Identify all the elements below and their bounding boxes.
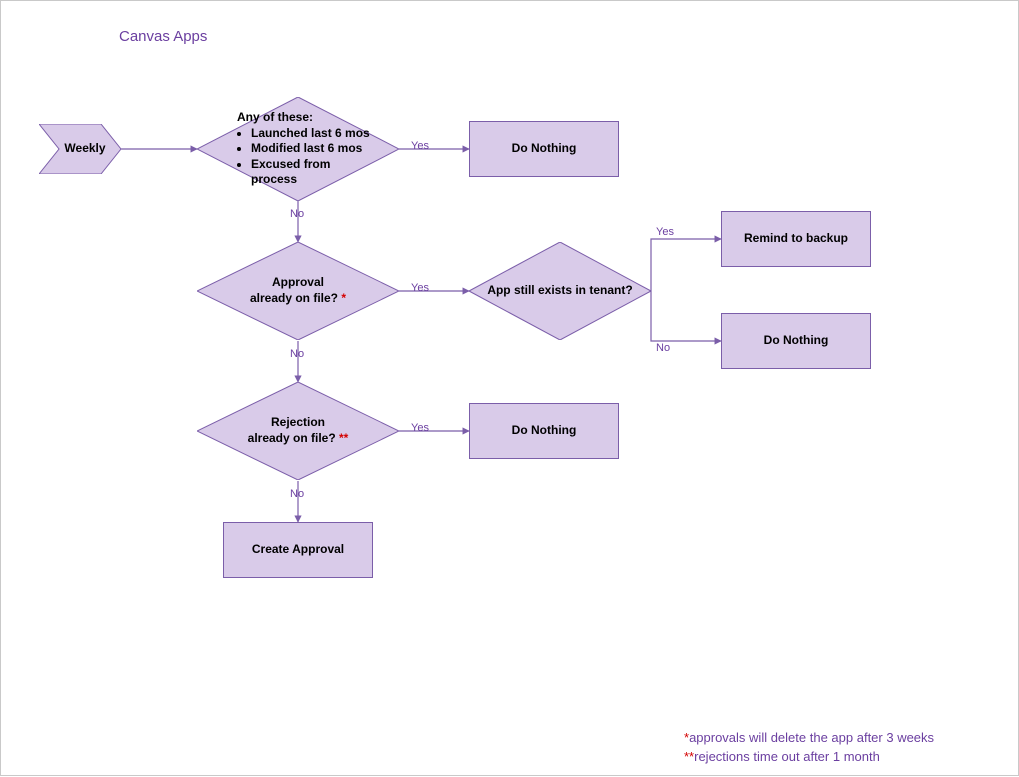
edge-label-d1-no: No (290, 208, 304, 220)
edge-label-d3-yes: Yes (656, 226, 674, 238)
footnote-2: **rejections time out after 1 month (684, 749, 880, 764)
d4-star: ** (339, 431, 348, 445)
flowchart-canvas: Canvas Apps Weekly Any of these: Launche… (0, 0, 1019, 776)
d2-line1: Approval (272, 275, 324, 289)
edge-label-d2-yes: Yes (411, 282, 429, 294)
process-label: Do Nothing (512, 423, 577, 439)
process-label: Do Nothing (512, 141, 577, 157)
decision-rejection-on-file: Rejection already on file? ** (197, 382, 399, 480)
d4-line1: Rejection (271, 415, 325, 429)
edge-label-d3-no: No (656, 342, 670, 354)
d4-line2: already on file? (248, 431, 339, 445)
d1-bullets: Launched last 6 mos Modified last 6 mos … (237, 126, 379, 188)
d2-star: * (341, 291, 346, 305)
process-label: Remind to backup (744, 231, 848, 247)
edge-label-d4-no: No (290, 488, 304, 500)
process-create-approval: Create Approval (223, 522, 373, 578)
start-node-label: Weekly (54, 141, 105, 157)
d3-label: App still exists in tenant? (469, 242, 651, 340)
page-title: Canvas Apps (119, 28, 207, 45)
decision-app-exists: App still exists in tenant? (469, 242, 651, 340)
edge-label-d4-yes: Yes (411, 422, 429, 434)
process-do-nothing-1: Do Nothing (469, 121, 619, 177)
connector-layer (1, 1, 1019, 777)
edge-label-d1-yes: Yes (411, 140, 429, 152)
process-label: Do Nothing (764, 333, 829, 349)
decision-approval-on-file: Approval already on file? * (197, 242, 399, 340)
edge-label-d2-no: No (290, 348, 304, 360)
process-label: Create Approval (252, 542, 344, 558)
process-remind-backup: Remind to backup (721, 211, 871, 267)
d1-header: Any of these: (237, 110, 313, 126)
footnote-1: *approvals will delete the app after 3 w… (684, 730, 934, 745)
decision-activity-check: Any of these: Launched last 6 mos Modifi… (197, 97, 399, 201)
d2-line2: already on file? (250, 291, 341, 305)
start-node-weekly: Weekly (39, 124, 121, 174)
process-do-nothing-2: Do Nothing (721, 313, 871, 369)
process-do-nothing-3: Do Nothing (469, 403, 619, 459)
